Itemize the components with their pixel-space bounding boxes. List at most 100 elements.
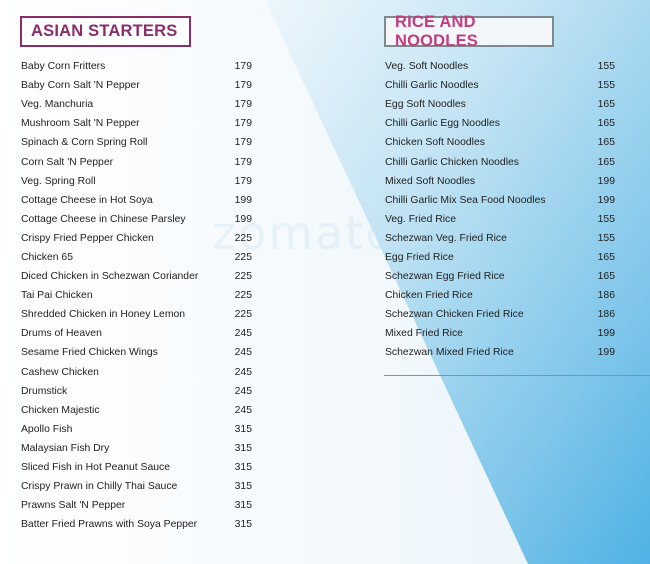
menu-item-price: 155 [597, 213, 615, 225]
menu-item-name: Cashew Chicken [21, 366, 99, 378]
menu-item-price: 199 [597, 194, 615, 206]
menu-item-name: Sesame Fried Chicken Wings [21, 347, 158, 359]
menu-item-name: Cottage Cheese in Chinese Parsley [21, 213, 186, 225]
menu-item-price: 225 [234, 271, 252, 283]
menu-item-price: 199 [234, 213, 252, 225]
menu-item: Diced Chicken in Schezwan Coriander 225 [21, 267, 252, 286]
menu-item-price: 165 [597, 271, 615, 283]
menu-item-price: 186 [597, 290, 615, 302]
menu-item-name: Mushroom Salt 'N Pepper [21, 118, 140, 130]
menu-item-name: Schezwan Egg Fried Rice [385, 271, 505, 283]
menu-item: Drumstick 245 [21, 382, 252, 401]
menu-item-price: 315 [234, 519, 252, 531]
section-title-rice-and-noodles: RICE AND NOODLES [384, 13, 554, 50]
menu-item: Drums of Heaven 245 [21, 324, 252, 343]
menu-item-price: 225 [234, 232, 252, 244]
menu-item-price: 179 [234, 156, 252, 168]
menu-item-name: Chicken Majestic [21, 404, 100, 416]
menu-item-name: Veg. Soft Noodles [385, 61, 469, 73]
menu-item-price: 165 [597, 137, 615, 149]
menu-item-name: Veg. Fried Rice [385, 213, 457, 225]
menu-item: Tai Pai Chicken 225 [21, 286, 252, 305]
menu-item-price: 199 [597, 328, 615, 340]
menu-item-name: Baby Corn Fritters [21, 61, 106, 73]
menu-item: Chilli Garlic Chicken Noodles 165 [385, 152, 615, 171]
menu-item-price: 179 [234, 80, 252, 92]
menu-item-price: 155 [597, 232, 615, 244]
menu-item-price: 155 [597, 80, 615, 92]
menu-item-price: 245 [234, 385, 252, 397]
menu-item: Sesame Fried Chicken Wings 245 [21, 343, 252, 362]
menu-item-name: Crispy Fried Pepper Chicken [21, 232, 154, 244]
menu-item: Batter Fried Prawns with Soya Pepper 315 [21, 515, 252, 534]
menu-item-name: Crispy Prawn in Chilly Thai Sauce [21, 481, 178, 493]
menu-item-price: 315 [234, 462, 252, 474]
menu-item-name: Batter Fried Prawns with Soya Pepper [21, 519, 198, 531]
menu-item: Egg Fried Rice 165 [385, 248, 615, 267]
menu-item-price: 199 [597, 347, 615, 359]
menu-item-price: 199 [234, 194, 252, 206]
section-title-asian-starters: ASIAN STARTERS [20, 16, 191, 47]
menu-item-name: Egg Fried Rice [385, 251, 454, 263]
menu-item-name: Mixed Fried Rice [385, 328, 463, 340]
menu-item: Mixed Soft Noodles 199 [385, 172, 615, 191]
menu-item: Mushroom Salt 'N Pepper 179 [21, 114, 252, 133]
menu-item-name: Apollo Fish [21, 423, 73, 435]
menu-item: Schezwan Egg Fried Rice 165 [385, 267, 615, 286]
menu-item-name: Cottage Cheese in Hot Soya [21, 194, 153, 206]
menu-item-price: 179 [234, 118, 252, 130]
menu-item-name: Baby Corn Salt 'N Pepper [21, 80, 140, 92]
menu-item-name: Schezwan Mixed Fried Rice [385, 347, 514, 359]
menu-item-price: 179 [234, 61, 252, 73]
menu-item: Crispy Fried Pepper Chicken 225 [21, 229, 252, 248]
menu-item-price: 315 [234, 423, 252, 435]
menu-item-price: 225 [234, 309, 252, 321]
menu-item-name: Sliced Fish in Hot Peanut Sauce [21, 462, 171, 474]
menu-item-price: 315 [234, 481, 252, 493]
menu-item-name: Chilli Garlic Noodles [385, 80, 479, 92]
menu-item-price: 315 [234, 500, 252, 512]
menu-item: Veg. Manchuria 179 [21, 95, 252, 114]
menu-item: Malaysian Fish Dry 315 [21, 439, 252, 458]
menu-item-price: 245 [234, 404, 252, 416]
menu-item-name: Veg. Spring Roll [21, 175, 96, 187]
menu-item: Chicken Majestic 245 [21, 401, 252, 420]
menu-item: Chilli Garlic Egg Noodles 165 [385, 114, 615, 133]
menu-item: Apollo Fish 315 [21, 420, 252, 439]
menu-item-price: 315 [234, 442, 252, 454]
menu-item: Schezwan Veg. Fried Rice 155 [385, 229, 615, 248]
menu-item: Sliced Fish in Hot Peanut Sauce 315 [21, 458, 252, 477]
menu-item: Cottage Cheese in Chinese Parsley 199 [21, 210, 252, 229]
menu-item-name: Shredded Chicken in Honey Lemon [21, 309, 186, 321]
menu-item: Chicken Fried Rice 186 [385, 286, 615, 305]
menu-item-name: Drumstick [21, 385, 68, 397]
menu-item: Corn Salt 'N Pepper 179 [21, 152, 252, 171]
menu-item-price: 245 [234, 347, 252, 359]
menu-item: Chicken 65 225 [21, 248, 252, 267]
menu-item: Veg. Fried Rice 155 [385, 210, 615, 229]
menu-item: Mixed Fried Rice 199 [385, 324, 615, 343]
menu-item: Egg Soft Noodles 165 [385, 95, 615, 114]
menu-item: Crispy Prawn in Chilly Thai Sauce 315 [21, 477, 252, 496]
menu-item-name: Egg Soft Noodles [385, 99, 466, 111]
menu-item-price: 165 [597, 251, 615, 263]
menu-item-name: Tai Pai Chicken [21, 290, 93, 302]
menu-item-price: 155 [597, 61, 615, 73]
menu-item: Cottage Cheese in Hot Soya 199 [21, 191, 252, 210]
section-divider [384, 375, 650, 376]
menu-item-name: Schezwan Veg. Fried Rice [385, 232, 507, 244]
menu-item: Baby Corn Fritters 179 [21, 57, 252, 76]
menu-item-name: Spinach & Corn Spring Roll [21, 137, 148, 149]
menu-item-price: 165 [597, 156, 615, 168]
menu-item: Schezwan Chicken Fried Rice 186 [385, 305, 615, 324]
menu-item-name: Chilli Garlic Mix Sea Food Noodles [385, 194, 546, 206]
menu-item-name: Drums of Heaven [21, 328, 102, 340]
menu-item-price: 245 [234, 328, 252, 340]
menu-item-price: 179 [234, 175, 252, 187]
menu-item-price: 186 [597, 309, 615, 321]
menu-item-name: Diced Chicken in Schezwan Coriander [21, 271, 199, 283]
menu-item-price: 179 [234, 137, 252, 149]
menu-item-price: 165 [597, 99, 615, 111]
rice-and-noodles-list: Veg. Soft Noodles 155 Chilli Garlic Noodle… [385, 57, 615, 363]
menu-item: Cashew Chicken 245 [21, 363, 252, 382]
